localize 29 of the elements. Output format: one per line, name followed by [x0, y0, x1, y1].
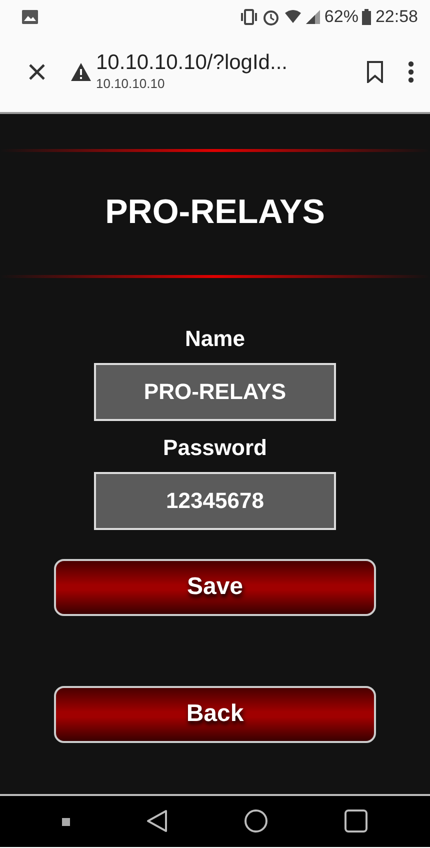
- recents-nav-button[interactable]: [344, 809, 368, 834]
- back-nav-button[interactable]: [146, 809, 168, 834]
- battery-percent: 62%: [324, 6, 358, 28]
- close-icon: [28, 63, 46, 82]
- page-title: 10.10.10.10/?logId...: [96, 51, 288, 74]
- square-icon: [344, 809, 368, 834]
- field-label: Name: [185, 324, 245, 353]
- bookmark-button[interactable]: [366, 60, 384, 84]
- circle-icon: [244, 809, 268, 834]
- back-button[interactable]: Back: [54, 686, 376, 743]
- alarm-icon: [262, 8, 280, 26]
- page-url: 10.10.10.10: [96, 75, 165, 94]
- image-icon: [22, 10, 38, 24]
- input-field[interactable]: 12345678: [94, 472, 336, 530]
- clock-time: 22:58: [375, 6, 418, 28]
- wifi-icon: [284, 10, 302, 24]
- warning-icon: [70, 62, 92, 82]
- menu-button[interactable]: [408, 60, 414, 84]
- triangle-icon: [146, 809, 168, 834]
- bookmark-icon: [366, 61, 384, 84]
- home-nav-button[interactable]: [244, 809, 268, 834]
- input-field[interactable]: PRO-RELAYS: [94, 362, 336, 421]
- field-label: Password: [163, 434, 267, 462]
- menu-icon: [408, 61, 414, 84]
- app-title: PRO-RELAYS: [105, 192, 325, 233]
- signal-icon: [306, 10, 320, 24]
- vibrate-icon: [240, 8, 258, 24]
- battery-icon: [362, 8, 372, 24]
- save-button[interactable]: Save: [54, 558, 376, 616]
